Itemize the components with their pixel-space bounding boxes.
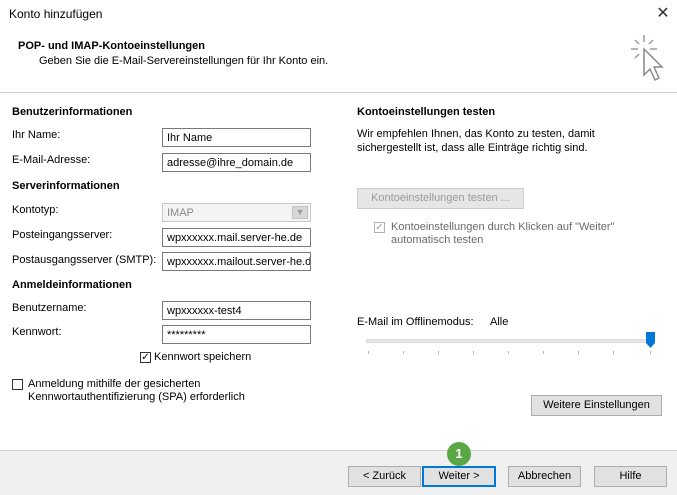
next-button[interactable]: Weiter > [422,466,496,487]
help-button[interactable]: Hilfe [594,466,667,487]
account-type-label: Kontotyp: [12,204,59,216]
window-title: Konto hinzufügen [9,7,103,21]
offline-slider-track[interactable] [366,339,654,343]
test-description-line1: Wir empfehlen Ihnen, das Konto zu testen… [357,128,595,140]
remember-password-label: Kennwort speichern [154,351,252,363]
password-input[interactable]: ********* [162,325,311,344]
offline-mode-value: Alle [490,316,509,328]
header-subtitle: Geben Sie die E-Mail-Servereinstellungen… [39,55,329,67]
cancel-button[interactable]: Abbrechen [508,466,581,487]
name-input[interactable]: Ihr Name [162,128,311,147]
email-label: E-Mail-Adresse: [12,154,91,166]
section-login-info: Anmeldeinformationen [12,279,132,291]
outgoing-server-input[interactable]: wpxxxxxx.mailout.server-he.de [162,252,311,271]
username-input[interactable]: wpxxxxxx-test4 [162,301,311,320]
header-title: POP- und IMAP-Kontoeinstellungen [18,40,205,52]
username-label: Benutzername: [12,302,87,314]
spa-label-line1: Anmeldung mithilfe der gesicherten [28,378,201,390]
section-user-info: Benutzerinformationen [12,106,133,118]
back-button[interactable]: < Zurück [348,466,421,487]
spa-checkbox[interactable] [12,379,23,390]
auto-test-label-line1: Kontoeinstellungen durch Klicken auf "We… [391,221,615,233]
outgoing-server-label: Postausgangsserver (SMTP): [12,254,157,266]
slider-tick [578,351,579,354]
account-type-select: IMAP ▼ [162,203,311,222]
chevron-down-icon: ▼ [292,206,308,219]
test-description-line2: sichergestellt ist, dass alle Einträge r… [357,142,588,154]
auto-test-label-line2: automatisch testen [391,234,484,246]
section-server-info: Serverinformationen [12,180,120,192]
spa-label-line2: Kennwortauthentifizierung (SPA) erforder… [28,391,245,403]
slider-tick [403,351,404,354]
slider-tick [473,351,474,354]
remember-password-checkbox[interactable]: ✓ [140,352,151,363]
offline-mode-label: E-Mail im Offlinemodus: [357,316,474,328]
auto-test-checkbox[interactable]: ✓ [374,222,385,233]
email-input[interactable]: adresse@ihre_domain.de [162,153,311,172]
section-test-settings: Kontoeinstellungen testen [357,106,496,118]
footer-divider [0,450,677,451]
offline-slider-thumb[interactable] [646,332,655,348]
incoming-server-label: Posteingangsserver: [12,229,113,241]
slider-tick [508,351,509,354]
slider-tick [613,351,614,354]
cursor-click-icon [631,35,664,82]
password-label: Kennwort: [12,326,62,338]
slider-tick [650,351,651,354]
slider-tick [438,351,439,354]
close-icon[interactable]: ✕ [650,2,676,26]
slider-tick [368,351,369,354]
step-badge: 1 [447,442,471,466]
incoming-server-input[interactable]: wpxxxxxx.mail.server-he.de [162,228,311,247]
name-label: Ihr Name: [12,129,61,141]
test-settings-button[interactable]: Kontoeinstellungen testen ... [357,188,524,209]
account-type-value: IMAP [167,207,194,219]
slider-tick [543,351,544,354]
more-settings-button[interactable]: Weitere Einstellungen [531,395,662,416]
